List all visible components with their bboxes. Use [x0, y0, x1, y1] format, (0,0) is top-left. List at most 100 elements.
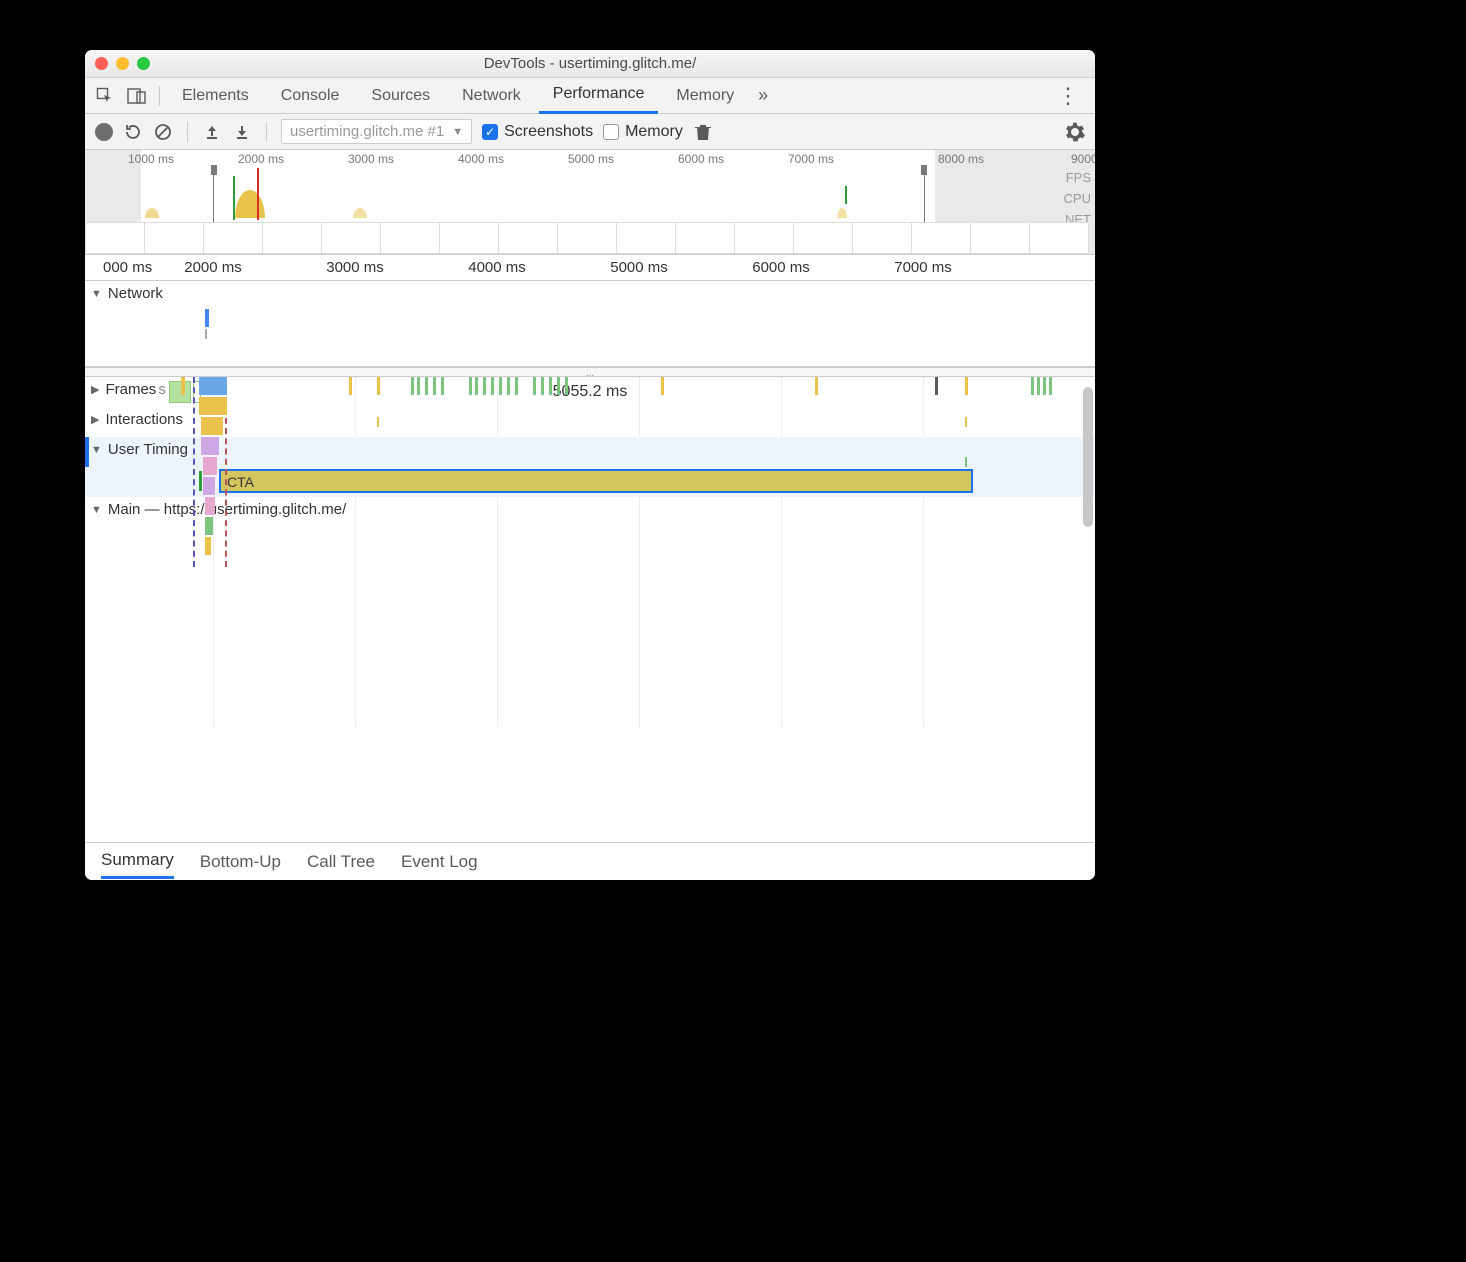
- selection-handle-left[interactable]: [211, 165, 217, 175]
- screenshot-thumb[interactable]: [557, 222, 617, 254]
- device-toolbar-icon[interactable]: [123, 82, 151, 110]
- screenshot-thumb[interactable]: [262, 222, 322, 254]
- window-titlebar[interactable]: DevTools - usertiming.glitch.me/: [85, 50, 1095, 78]
- flame-segment[interactable]: [549, 377, 552, 395]
- profile-selector[interactable]: usertiming.glitch.me #1 ▼: [281, 119, 472, 144]
- network-request-bar[interactable]: [205, 329, 207, 339]
- screenshot-thumb[interactable]: [203, 222, 263, 254]
- flame-segment[interactable]: [557, 377, 560, 395]
- flame-segment[interactable]: [483, 377, 486, 395]
- tick-label: 2000 ms: [238, 152, 284, 166]
- flame-segment[interactable]: [181, 377, 185, 395]
- record-button[interactable]: [95, 123, 113, 141]
- more-tabs-icon[interactable]: »: [752, 85, 774, 106]
- tab-network[interactable]: Network: [448, 78, 535, 114]
- tab-sources[interactable]: Sources: [357, 78, 444, 114]
- screenshot-thumb[interactable]: [85, 222, 145, 254]
- tab-console[interactable]: Console: [267, 78, 354, 114]
- screenshot-strip[interactable]: [85, 222, 1095, 254]
- delete-profile-button[interactable]: [693, 122, 713, 142]
- flame-segment[interactable]: [815, 377, 818, 395]
- screenshot-thumb[interactable]: [852, 222, 912, 254]
- flame-segment[interactable]: [491, 377, 494, 395]
- flame-segment[interactable]: [203, 457, 217, 475]
- main-ruler[interactable]: 000 ms 2000 ms 3000 ms 4000 ms 5000 ms 6…: [85, 255, 1095, 281]
- flame-segment[interactable]: [499, 377, 502, 395]
- network-track-header[interactable]: ▼ Network: [85, 281, 1095, 306]
- flame-segment[interactable]: [377, 417, 379, 427]
- tab-performance[interactable]: Performance: [539, 78, 659, 114]
- flame-segment[interactable]: [507, 377, 510, 395]
- inspect-element-icon[interactable]: [91, 82, 119, 110]
- vertical-scrollbar[interactable]: [1083, 387, 1093, 527]
- flame-segment[interactable]: [1031, 377, 1034, 395]
- flame-segment[interactable]: [199, 377, 227, 395]
- save-profile-button[interactable]: [232, 122, 252, 142]
- flame-segment[interactable]: [199, 397, 227, 415]
- flame-segment[interactable]: [469, 377, 472, 395]
- flame-segment[interactable]: [417, 377, 420, 395]
- flame-segment[interactable]: [205, 537, 211, 555]
- screenshot-thumb[interactable]: [439, 222, 499, 254]
- screenshot-thumb[interactable]: [380, 222, 440, 254]
- kebab-menu-icon[interactable]: ⋮: [1047, 83, 1089, 109]
- tab-summary[interactable]: Summary: [101, 844, 174, 879]
- memory-checkbox[interactable]: Memory: [603, 123, 683, 141]
- flame-segment[interactable]: [1049, 377, 1052, 395]
- disclosure-triangle-icon[interactable]: ▼: [91, 288, 102, 300]
- flame-segment[interactable]: [205, 497, 215, 515]
- tab-bottom-up[interactable]: Bottom-Up: [200, 846, 281, 878]
- flame-segment[interactable]: [935, 377, 938, 395]
- flame-segment[interactable]: [441, 377, 444, 395]
- flame-segment[interactable]: [475, 377, 478, 395]
- load-profile-button[interactable]: [202, 122, 222, 142]
- screenshot-thumb[interactable]: [911, 222, 971, 254]
- capture-settings-button[interactable]: [1065, 122, 1085, 142]
- flame-segment[interactable]: [1037, 377, 1040, 395]
- flame-segment[interactable]: [533, 377, 536, 395]
- tab-memory[interactable]: Memory: [662, 78, 748, 114]
- selection-handle-right[interactable]: [921, 165, 927, 175]
- screenshot-thumb[interactable]: [144, 222, 204, 254]
- tab-elements[interactable]: Elements: [168, 78, 263, 114]
- zoom-window-button[interactable]: [137, 57, 150, 70]
- minimize-window-button[interactable]: [116, 57, 129, 70]
- flame-segment[interactable]: [203, 477, 215, 495]
- reload-record-button[interactable]: [123, 122, 143, 142]
- close-window-button[interactable]: [95, 57, 108, 70]
- flame-segment[interactable]: [541, 377, 544, 395]
- network-label: Network: [108, 285, 163, 302]
- flame-segment[interactable]: [201, 417, 223, 435]
- horizontal-splitter[interactable]: ...: [85, 367, 1095, 377]
- screenshot-thumb[interactable]: [793, 222, 853, 254]
- screenshot-thumb[interactable]: [675, 222, 735, 254]
- tab-event-log[interactable]: Event Log: [401, 846, 478, 878]
- network-request-bar[interactable]: [205, 309, 209, 327]
- flame-segment[interactable]: [565, 377, 568, 395]
- flame-segment[interactable]: [377, 377, 380, 395]
- screenshot-thumb[interactable]: [970, 222, 1030, 254]
- screenshots-checkbox[interactable]: ✓ Screenshots: [482, 123, 593, 141]
- flame-segment[interactable]: [965, 417, 967, 427]
- flame-segment[interactable]: [515, 377, 518, 395]
- clear-button[interactable]: [153, 122, 173, 142]
- screenshot-thumb[interactable]: [734, 222, 794, 254]
- overview-timeline[interactable]: 1000 ms 2000 ms 3000 ms 4000 ms 5000 ms …: [85, 150, 1095, 255]
- screenshot-thumb[interactable]: [321, 222, 381, 254]
- flame-segment[interactable]: [1043, 377, 1046, 395]
- screenshot-thumb[interactable]: [616, 222, 676, 254]
- screenshot-thumb[interactable]: [498, 222, 558, 254]
- flame-segment[interactable]: [433, 377, 436, 395]
- flame-segment[interactable]: [205, 517, 213, 535]
- network-track[interactable]: ▼ Network: [85, 281, 1095, 367]
- screenshot-thumb[interactable]: [1029, 222, 1089, 254]
- flame-segment[interactable]: [965, 457, 967, 467]
- flame-segment[interactable]: [201, 437, 219, 455]
- flame-segment[interactable]: [411, 377, 414, 395]
- flame-segment[interactable]: [425, 377, 428, 395]
- flame-chart[interactable]: [85, 377, 1095, 567]
- tab-call-tree[interactable]: Call Tree: [307, 846, 375, 878]
- flame-segment[interactable]: [965, 377, 968, 395]
- flame-segment[interactable]: [661, 377, 664, 395]
- flame-segment[interactable]: [349, 377, 352, 395]
